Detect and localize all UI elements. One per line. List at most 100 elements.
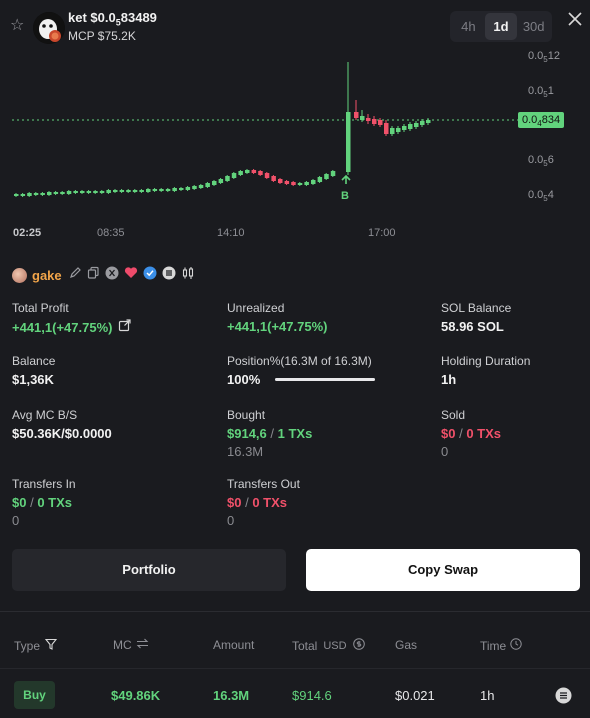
candle [284,181,290,184]
holding-value: 1h [441,372,457,387]
candle [159,189,164,191]
candle [73,191,78,193]
token-mcp: MCP $75.2K [68,29,136,43]
clock-icon[interactable] [510,638,522,653]
trader-avatar [12,267,27,283]
candle [360,116,365,120]
price-tick-4: 0.054 [528,189,554,204]
holding-label: Holding Duration [441,354,531,368]
position-bar [275,378,375,381]
row-amount: 16.3M [213,688,250,703]
currency-toggle-icon[interactable] [352,638,365,653]
copy-icon[interactable] [87,266,100,284]
portfolio-button[interactable]: Portfolio [12,549,286,591]
candle [372,119,377,124]
candle [245,170,250,173]
bought-value: $914,6 / 1 TXs [227,426,313,441]
token-title: ket $0.0583489 [68,10,157,28]
tab-4h[interactable]: 4h [452,13,485,40]
candle [258,171,263,175]
sold-label: Sold [441,408,466,422]
trader-row: gake [12,266,195,284]
candle [346,112,351,172]
edit-icon[interactable] [69,266,82,284]
balance-label: Balance [12,354,56,368]
sol-balance-value: 58.96 SOL [441,319,504,334]
time-tick-2: 08:35 [97,227,125,239]
trader-name[interactable]: gake [32,268,62,283]
avg-mc-value: $50.36K/$0.0000 [12,426,112,441]
candle [408,124,413,129]
menu-icon[interactable] [162,266,176,285]
header-row-divider [0,668,590,669]
candle [390,128,395,134]
col-type[interactable]: Type [14,638,58,653]
row-menu-icon[interactable] [555,687,572,709]
transfers-out-label: Transfers Out [227,477,300,491]
token-avatar [33,12,65,44]
external-link-icon[interactable] [118,319,132,335]
buy-marker [341,174,351,184]
candle [99,191,105,193]
candle [366,118,371,121]
candle [192,186,197,189]
col-amount: Amount [213,638,255,652]
candle [185,187,191,190]
candle [66,191,72,194]
candle [126,190,131,192]
candle [311,180,316,184]
candle [330,171,336,176]
swap-arrows-icon[interactable] [136,638,149,652]
candles [14,62,431,197]
time-tick-4: 17:00 [368,227,396,239]
candle [396,128,401,132]
tab-30d[interactable]: 30d [517,13,550,40]
filter-icon[interactable] [44,638,58,653]
bought-label: Bought [227,408,266,422]
col-time[interactable]: Time [480,638,522,653]
col-gas: Gas [395,638,418,652]
transfers-in-tokens: 0 [12,513,20,528]
position-bar-fill [275,378,375,381]
candle [218,179,224,183]
timeframe-selector[interactable]: 4h 1d 30d [450,11,552,42]
candle [27,193,32,196]
tab-1d[interactable]: 1d [484,13,518,40]
copy-swap-button[interactable]: Copy Swap [306,549,580,591]
token-price: $0.0583489 [90,10,157,28]
candle [20,194,26,196]
candlestick-icon[interactable] [181,266,195,285]
price-tick-3: 0.056 [528,154,554,169]
close-icon[interactable] [566,10,586,30]
balance-value: $1,36K [12,372,54,387]
price-tick-1: 0.0512 [528,50,560,65]
col-mc[interactable]: MC [113,638,149,652]
position-label: Position%(16.3M of 16.3M) [227,354,372,368]
price-tick-2: 0.051 [528,85,554,100]
candle [198,185,204,188]
price-chart [12,62,518,197]
row-gas: $0.021 [395,688,435,703]
row-time: 1h [480,688,495,703]
candle [146,189,151,192]
time-tick-1: 02:25 [13,227,42,239]
candle [165,189,171,191]
candle [238,171,243,175]
candle [414,123,419,127]
favorite-star-icon[interactable]: ☆ [10,17,28,35]
candle [80,191,85,193]
x-icon[interactable] [105,266,119,285]
transfers-out-value: $0 / 0 TXs [227,495,288,510]
unrealized-label: Unrealized [227,301,285,315]
candle [324,174,329,179]
candle [14,194,19,196]
heart-icon[interactable] [124,266,138,284]
candle [86,191,92,193]
candle [297,183,303,185]
candle [40,193,45,195]
candle [179,188,184,190]
sold-value: $0 / 0 TXs [441,426,502,441]
col-total[interactable]: Total USD [292,638,365,653]
candle [212,181,217,185]
section-divider [0,611,590,612]
